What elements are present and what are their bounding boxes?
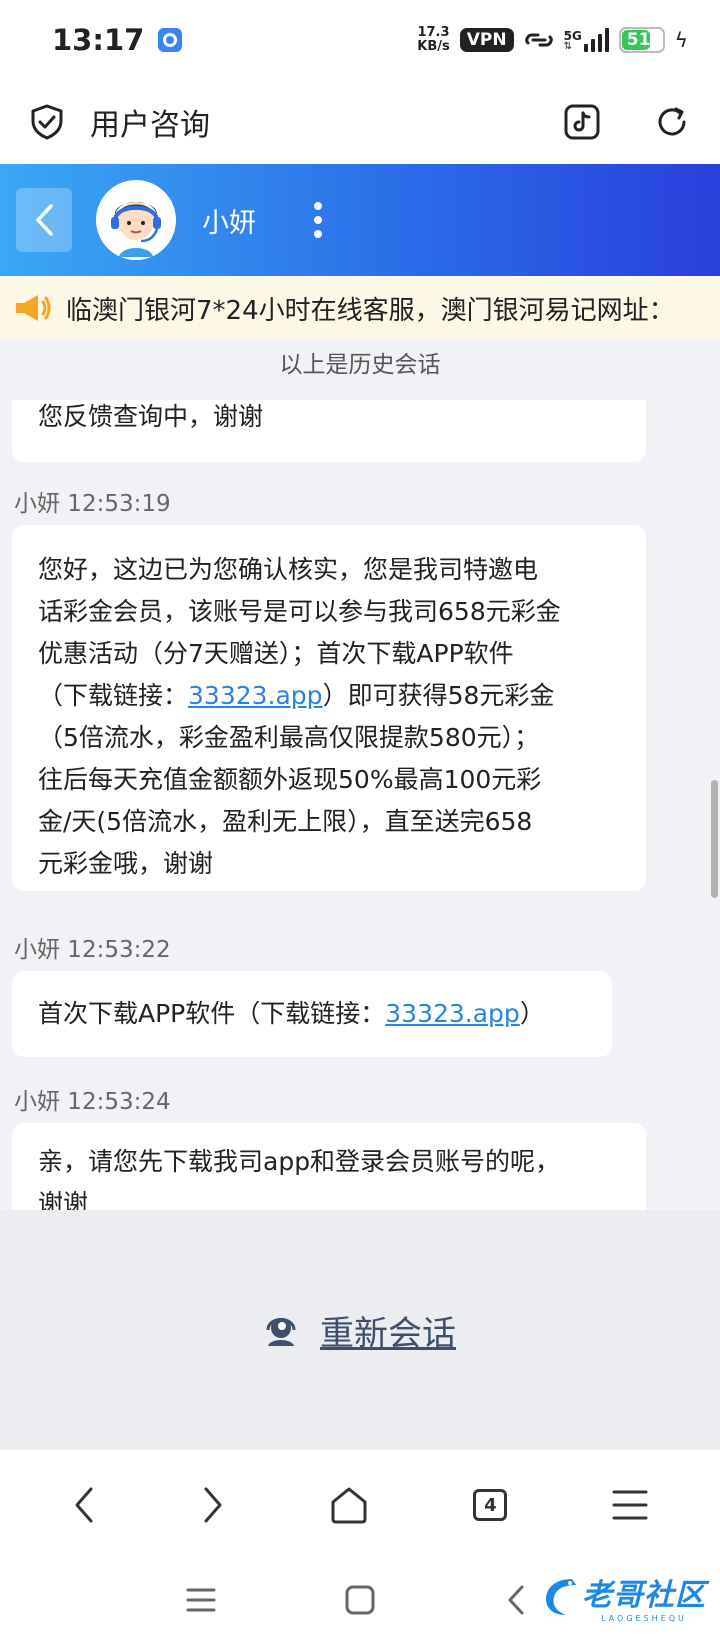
message-text: 首次下载APP软件（下载链接： bbox=[38, 999, 386, 1028]
battery-icon: 51 bbox=[618, 27, 665, 53]
chat-header: 小妍 bbox=[0, 164, 720, 276]
watermark-logo: 老哥社区 LAOGESHEQU bbox=[542, 1570, 706, 1623]
clock: 13:17 bbox=[52, 23, 145, 57]
menu-icon[interactable] bbox=[612, 1489, 648, 1521]
tiktok-icon[interactable] bbox=[564, 104, 600, 140]
status-icons: 17.3 KB/s VPN 5G ⇅ 51 ϟ bbox=[417, 26, 688, 54]
charging-icon: ϟ bbox=[674, 28, 688, 52]
message-line: 话彩金会员，该账号是可以参与我司658元彩金 bbox=[38, 597, 561, 626]
message-sender-time: 小妍 12:53:24 bbox=[14, 1089, 171, 1115]
battery-level: 51 bbox=[626, 30, 651, 50]
watermark-subtext: LAOGESHEQU bbox=[601, 1614, 687, 1623]
message-line-part: （下载链接： bbox=[38, 681, 189, 710]
status-bar: 13:17 17.3 KB/s VPN 5G ⇅ 51 ϟ bbox=[0, 0, 720, 80]
message-line: 金/天(5倍流水，盈利无上限），直至送完658 bbox=[38, 807, 533, 836]
watermark-text: 老哥社区 bbox=[582, 1578, 706, 1613]
message-text: ） bbox=[519, 999, 545, 1028]
customer-service-icon bbox=[266, 1318, 296, 1346]
home-icon[interactable] bbox=[329, 1486, 369, 1524]
system-back-icon[interactable] bbox=[506, 1584, 526, 1616]
recents-icon[interactable] bbox=[186, 1587, 216, 1613]
megaphone-icon bbox=[16, 295, 51, 321]
message-line-part: ）即可获得58元彩金 bbox=[322, 681, 555, 710]
message-line: 优惠活动（分7天赠送）；首次下载APP软件 bbox=[38, 639, 514, 668]
link-icon bbox=[524, 33, 553, 47]
message-bubble: 您好，这边已为您确认核实，您是我司特邀电 话彩金会员，该账号是可以参与我司658… bbox=[12, 525, 646, 891]
net-speed: 17.3 KB/s bbox=[417, 26, 449, 54]
message-line: （下载链接：33323.app）即可获得58元彩金 bbox=[38, 675, 620, 717]
history-divider-label: 以上是历史会话 bbox=[279, 352, 441, 378]
back-button[interactable] bbox=[16, 188, 72, 252]
agent-avatar bbox=[96, 180, 176, 260]
message-line: 往后每天充值金额额外返现50%最高100元彩 bbox=[38, 765, 542, 794]
announcement-text: 临澳门银河7*24小时在线客服，澳门银河易记网址： bbox=[66, 295, 675, 326]
shield-check-icon[interactable] bbox=[30, 104, 64, 140]
vpn-badge: VPN bbox=[459, 28, 514, 52]
agent-name: 小妍 bbox=[202, 207, 256, 239]
back-arrow-icon[interactable] bbox=[72, 1486, 96, 1524]
system-home-icon[interactable] bbox=[345, 1585, 375, 1615]
message-text: 您反馈查询中，谢谢 bbox=[38, 402, 264, 431]
message-line: 亲，请您先下载我司app和登录会员账号的呢， bbox=[38, 1147, 561, 1176]
message-bubble: 首次下载APP软件（下载链接：33323.app） bbox=[12, 971, 612, 1057]
message-line: （5倍流水，彩金盈利最高仅限提款580元）； bbox=[38, 723, 540, 752]
restart-session-button[interactable]: 重新会话 bbox=[320, 1306, 456, 1355]
message-sender-time: 小妍 12:53:22 bbox=[14, 937, 171, 963]
message-sender-time: 小妍 12:53:19 bbox=[14, 491, 171, 517]
download-link[interactable]: 33323.app bbox=[385, 999, 520, 1028]
more-options-button[interactable] bbox=[314, 202, 322, 238]
chat-messages: 您反馈查询中，谢谢 小妍 12:53:19 您好，这边已为您确认核实，您是我司特… bbox=[0, 400, 720, 1210]
message-bubble: 您反馈查询中，谢谢 bbox=[12, 400, 646, 462]
download-link[interactable]: 33323.app bbox=[188, 681, 323, 710]
refresh-icon[interactable] bbox=[654, 104, 690, 140]
message-line: 谢谢 bbox=[38, 1189, 89, 1210]
forward-arrow-icon[interactable] bbox=[201, 1486, 225, 1524]
dragon-logo-icon bbox=[546, 1578, 576, 1615]
restart-session-panel: 重新会话 bbox=[0, 1210, 720, 1450]
scrollbar[interactable] bbox=[711, 780, 718, 898]
support-agent-icon bbox=[99, 183, 173, 257]
net-speed-unit: KB/s bbox=[417, 39, 450, 54]
app-top-bar: 用户咨询 bbox=[0, 80, 720, 164]
cell-signal: 5G ⇅ bbox=[564, 28, 609, 52]
browser-nav-bar: 4 bbox=[0, 1450, 720, 1560]
net-speed-value: 17.3 bbox=[417, 25, 450, 40]
announcement-bar: 临澳门银河7*24小时在线客服，澳门银河易记网址： bbox=[0, 276, 720, 340]
page-title: 用户咨询 bbox=[90, 108, 210, 143]
message-line: 元彩金哦，谢谢 bbox=[38, 849, 214, 878]
message-line: 您好，这边已为您确认核实，您是我司特邀电 bbox=[38, 555, 539, 584]
notification-app-icon bbox=[158, 28, 183, 52]
message-bubble: 亲，请您先下载我司app和登录会员账号的呢， 谢谢 bbox=[12, 1123, 646, 1210]
chevron-left-icon bbox=[36, 204, 53, 236]
tabs-button[interactable]: 4 bbox=[473, 1489, 508, 1521]
signal-bars-icon bbox=[583, 28, 609, 52]
